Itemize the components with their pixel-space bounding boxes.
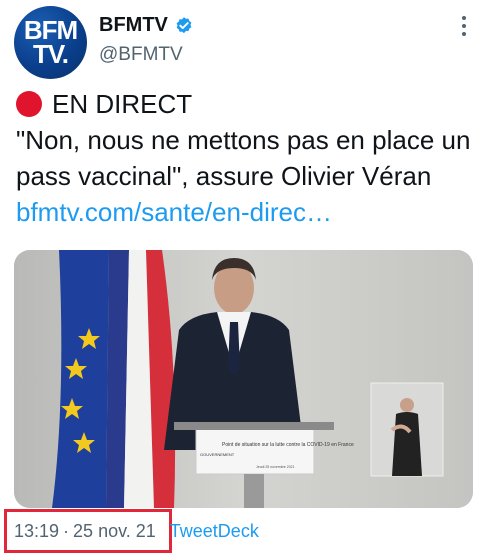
- verified-badge-icon: [176, 16, 192, 33]
- account-handle[interactable]: @BFMTV: [99, 44, 183, 66]
- meta-separator: ·: [63, 521, 70, 541]
- tweet-media-image[interactable]: Point de situation sur la lutte contre l…: [14, 250, 473, 508]
- podium-text: Point de situation sur la lutte contre l…: [222, 442, 354, 448]
- tweet-link[interactable]: bfmtv.com/sante/en-direc…: [16, 197, 332, 227]
- live-label: EN DIRECT: [52, 89, 193, 119]
- tweet-source[interactable]: TweetDeck: [170, 521, 259, 542]
- more-options-icon[interactable]: [461, 16, 467, 36]
- press-conference-photo: Point de situation sur la lutte contre l…: [14, 250, 473, 508]
- avatar[interactable]: BFM TV.: [14, 6, 87, 79]
- tweet-time[interactable]: 13:19: [14, 521, 59, 542]
- tweet-text: EN DIRECT "Non, nous ne mettons pas en p…: [16, 86, 476, 230]
- account-name-row: BFMTV: [99, 14, 194, 37]
- avatar-logo-line2: TV.: [32, 38, 69, 69]
- tweet-meta: 13:19 · 25 nov. 21 TweetDeck: [14, 521, 259, 542]
- tweet-body: "Non, nous ne mettons pas en place un pa…: [16, 125, 471, 191]
- podium-date: Jeudi 25 novembre 2021: [256, 465, 295, 469]
- account-name[interactable]: BFMTV: [99, 14, 168, 37]
- live-dot-icon: [16, 91, 42, 117]
- tweet-date[interactable]: 25 nov. 21: [73, 521, 156, 542]
- podium-logo: GOUVERNEMENT: [200, 452, 235, 457]
